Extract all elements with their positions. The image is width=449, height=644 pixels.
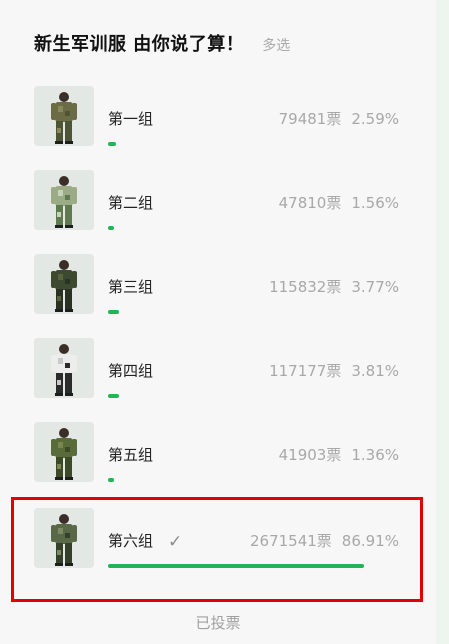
poll-option[interactable]: 第五组 41903票 1.36%	[34, 422, 404, 492]
vote-bar	[108, 394, 364, 398]
option-stats: 117177票 3.81%	[269, 360, 399, 381]
voted-status: 已投票	[195, 614, 241, 632]
multi-select-label: 多选	[262, 38, 291, 54]
vote-bar	[108, 310, 364, 314]
vote-bar-fill	[108, 394, 120, 398]
vote-bar-fill	[108, 142, 116, 146]
poll-option[interactable]: 第一组 79481票 2.59%	[34, 86, 404, 156]
vote-bar-fill	[108, 478, 114, 482]
poll-header: 新生军训服 由你说了算！ 多选	[34, 30, 290, 56]
vote-percent: 1.56%	[351, 194, 399, 212]
uniform-photo[interactable]	[34, 254, 94, 314]
option-label: 第四组	[108, 362, 154, 380]
option-stats: 47810票 1.56%	[279, 192, 399, 213]
uniform-photo[interactable]	[34, 170, 94, 230]
vote-count: 117177票	[269, 362, 342, 380]
option-stats: 79481票 2.59%	[279, 108, 399, 129]
poll-option[interactable]: 第四组 117177票 3.81%	[34, 338, 404, 408]
uniform-photo[interactable]	[34, 338, 94, 398]
poll-card: 新生军训服 由你说了算！ 多选 第一组 79481票 2.59% 第二组 47810票 1…	[0, 0, 436, 644]
vote-bar-fill	[108, 310, 120, 314]
vote-count: 41903票	[278, 446, 342, 464]
option-label: 第五组	[108, 446, 154, 464]
vote-bar	[108, 142, 364, 146]
vote-bar-fill	[108, 226, 114, 230]
poll-title: 新生军训服 由你说了算！	[34, 34, 245, 55]
vote-count: 47810票	[278, 194, 342, 212]
poll-option[interactable]: 第三组 115832票 3.77%	[34, 254, 404, 324]
vote-percent: 3.77%	[351, 278, 399, 296]
poll-option[interactable]: 第二组 47810票 1.56%	[34, 170, 404, 240]
option-stats: 115832票 3.77%	[269, 276, 399, 297]
vote-bar	[108, 226, 364, 230]
vote-percent: 1.36%	[351, 446, 399, 464]
option-label: 第三组	[108, 278, 154, 296]
option-label: 第一组	[108, 110, 154, 128]
vote-count: 79481票	[278, 110, 342, 128]
highlight-box	[11, 497, 423, 602]
option-label: 第二组	[108, 194, 154, 212]
vote-bar	[108, 478, 364, 482]
option-stats: 41903票 1.36%	[279, 444, 399, 465]
vote-percent: 2.59%	[351, 110, 399, 128]
uniform-photo[interactable]	[34, 86, 94, 146]
vote-percent: 3.81%	[351, 362, 399, 380]
vote-count: 115832票	[269, 278, 342, 296]
uniform-photo[interactable]	[34, 422, 94, 482]
